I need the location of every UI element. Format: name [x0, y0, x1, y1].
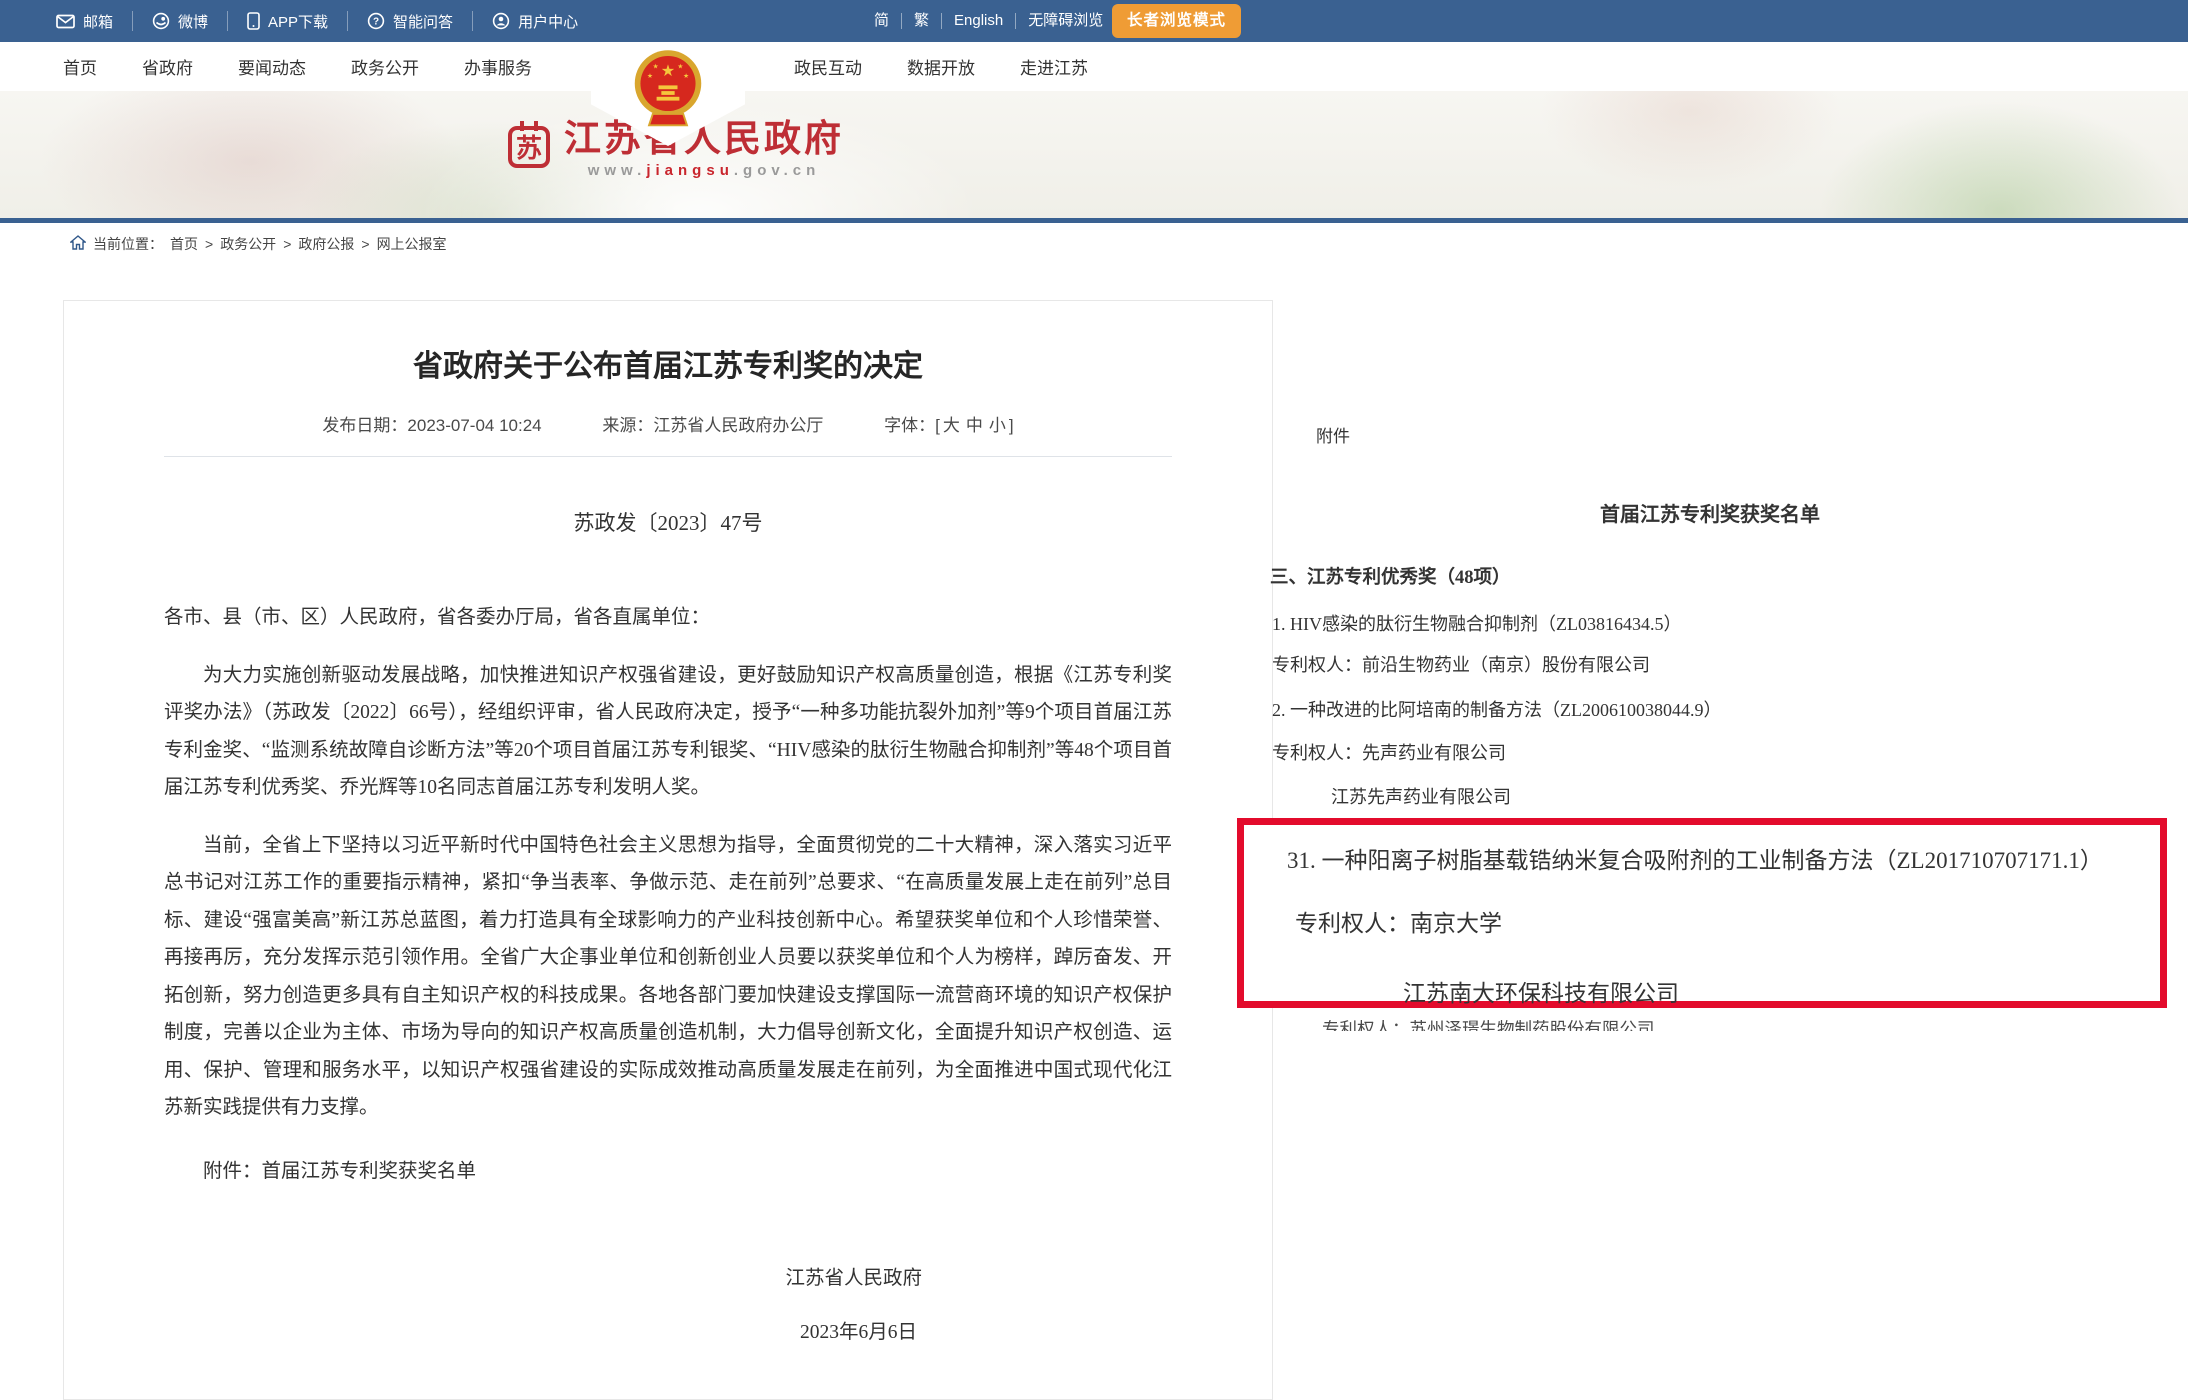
svg-text:苏: 苏 — [516, 134, 542, 163]
publish-date: 发布日期：2023-07-04 10:24 — [322, 416, 541, 435]
nav-left-group: 首页 省政府 要闻动态 政务公开 办事服务 — [63, 42, 532, 91]
attachment-section-heading: 三、江苏专利优秀奖（48项） — [1270, 563, 1511, 589]
signature-date: 2023年6月6日 — [164, 1314, 1172, 1352]
document-number: 苏政发〔2023〕47号 — [164, 507, 1172, 537]
nav-item-provincial-gov[interactable]: 省政府 — [142, 54, 193, 79]
font-size-small[interactable]: 小 — [986, 416, 1009, 435]
lang-english[interactable]: English — [942, 13, 1016, 29]
svg-text:★: ★ — [647, 72, 653, 80]
nav-item-services[interactable]: 办事服务 — [464, 54, 532, 79]
patent-owner: 专利权人：前沿生物药业（南京）股份有限公司 — [1272, 651, 1650, 677]
signature: 江苏省人民政府 — [164, 1260, 1172, 1298]
paragraph: 当前，全省上下坚持以习近平新时代中国特色社会主义思想为指导，全面贯彻党的二十大精… — [164, 827, 1172, 1127]
highlight-box: 31. 一种阳离子树脂基载锆纳米复合吸附剂的工业制备方法（ZL201710707… — [1237, 818, 2167, 1008]
site-url: www.jiangsu.gov.cn — [588, 162, 821, 179]
breadcrumb-separator: > — [283, 236, 291, 252]
home-icon — [70, 235, 86, 253]
article-title: 省政府关于公布首届江苏专利奖的决定 — [164, 347, 1172, 387]
font-size-large[interactable]: 大 — [940, 416, 963, 435]
weibo-label: 微博 — [178, 11, 208, 32]
font-size-controls: 字体：[大中小] — [884, 416, 1013, 435]
quick-links: 邮箱 微博 APP下载 ? 智能问答 用户中心 — [56, 0, 597, 42]
smart-qa-link[interactable]: ? 智能问答 — [348, 11, 473, 31]
attachment-panel: 附件 首届江苏专利奖获奖名单 三、江苏专利优秀奖（48项） 1. HIV感染的肽… — [1240, 400, 2180, 1100]
salutation: 各市、县（市、区）人民政府，省各委办厅局，省各直属单位： — [164, 599, 1172, 637]
nav-item-about-jiangsu[interactable]: 走进江苏 — [1020, 54, 1088, 79]
patent-item: 1. HIV感染的肽衍生物融合抑制剂（ZL03816434.5） — [1272, 610, 1681, 636]
nav-item-home[interactable]: 首页 — [63, 54, 97, 79]
mail-label: 邮箱 — [83, 11, 113, 32]
breadcrumb: 当前位置： 首页 > 政务公开 > 政府公报 > 网上公报室 — [70, 223, 447, 265]
banner-decoration — [1820, 101, 2180, 218]
breadcrumb-separator: > — [361, 236, 369, 252]
weibo-link[interactable]: 微博 — [133, 11, 228, 31]
svg-text:★: ★ — [677, 62, 683, 70]
smart-qa-label: 智能问答 — [393, 11, 453, 32]
svg-text:?: ? — [373, 17, 379, 28]
breadcrumb-item-online-gazette[interactable]: 网上公报室 — [377, 234, 447, 254]
article-source: 来源：江苏省人民政府办公厅 — [602, 416, 823, 435]
highlighted-patent-owner: 专利权人：南京大学 — [1295, 904, 1502, 938]
elder-mode-button[interactable]: 长者浏览模式 — [1112, 4, 1241, 38]
patent-item: 2. 一种改进的比阿培南的制备方法（ZL200610038044.9） — [1272, 696, 1722, 722]
nav-item-open-data[interactable]: 数据开放 — [907, 54, 975, 79]
breadcrumb-label: 当前位置： — [93, 234, 163, 254]
site-banner: 苏 江苏省人民政府 www.jiangsu.gov.cn — [0, 91, 2188, 218]
site-title-block: 江苏省人民政府 www.jiangsu.gov.cn — [564, 119, 844, 179]
attachment-reference: 附件：首届江苏专利奖获奖名单 — [164, 1153, 1172, 1191]
weibo-icon — [152, 12, 170, 30]
main-navbar: 首页 省政府 要闻动态 政务公开 办事服务 政民互动 数据开放 走进江苏 — [0, 42, 2188, 91]
nav-item-news[interactable]: 要闻动态 — [238, 54, 306, 79]
accessibility-link[interactable]: 无障碍浏览 — [1016, 13, 1115, 29]
top-utility-bar: 邮箱 微博 APP下载 ? 智能问答 用户中心 简 繁 English 无障碍浏… — [0, 0, 2188, 42]
user-center-label: 用户中心 — [518, 11, 578, 32]
breadcrumb-item-gov-affairs[interactable]: 政务公开 — [220, 234, 276, 254]
lang-simplified[interactable]: 简 — [862, 13, 902, 29]
clipped-patent-owner: 专利权人：苏州泽璟生物制药股份有限公司 — [1322, 1016, 1655, 1031]
app-download-link[interactable]: APP下载 — [228, 11, 348, 31]
user-center-icon — [492, 12, 510, 30]
attachment-title: 首届江苏专利奖获奖名单 — [1240, 498, 2180, 527]
breadcrumb-item-gazette[interactable]: 政府公报 — [298, 234, 354, 254]
document-card: 省政府关于公布首届江苏专利奖的决定 发布日期：2023-07-04 10:24 … — [63, 300, 1273, 1400]
svg-text:★: ★ — [683, 72, 689, 80]
font-size-medium[interactable]: 中 — [963, 416, 986, 435]
breadcrumb-item-home[interactable]: 首页 — [170, 234, 198, 254]
breadcrumb-separator: > — [205, 236, 213, 252]
mail-link[interactable]: 邮箱 — [56, 11, 133, 31]
highlighted-patent-co-owner: 江苏南大环保科技有限公司 — [1403, 974, 1679, 1008]
language-switcher: 简 繁 English 无障碍浏览 — [862, 0, 1115, 42]
app-download-icon — [247, 12, 260, 30]
app-download-label: APP下载 — [268, 11, 328, 32]
qa-icon: ? — [367, 12, 385, 30]
paragraph: 为大力实施创新驱动发展战略，加快推进知识产权强省建设，更好鼓励知识产权高质量创造… — [164, 657, 1172, 807]
banner-decoration — [1540, 91, 1840, 191]
attachment-label: 附件 — [1316, 422, 1350, 447]
highlighted-patent-line: 31. 一种阳离子树脂基载锆纳米复合吸附剂的工业制备方法（ZL201710707… — [1287, 841, 2103, 875]
meta-divider — [164, 456, 1172, 457]
svg-text:★: ★ — [653, 62, 659, 70]
nav-item-gov-affairs[interactable]: 政务公开 — [351, 54, 419, 79]
patent-co-owner: 江苏先声药业有限公司 — [1331, 783, 1511, 809]
svg-text:★: ★ — [661, 61, 675, 80]
user-center-link[interactable]: 用户中心 — [473, 11, 597, 31]
national-emblem-icon: ★ ★ ★ ★ ★ — [630, 47, 706, 139]
lang-traditional[interactable]: 繁 — [902, 13, 942, 29]
article-meta: 发布日期：2023-07-04 10:24 来源：江苏省人民政府办公厅 字体：[… — [164, 411, 1172, 436]
patent-owner: 专利权人：先声药业有限公司 — [1272, 739, 1506, 765]
seal-logo-icon: 苏 — [506, 119, 552, 171]
nav-right-group: 政民互动 数据开放 走进江苏 — [794, 42, 1088, 91]
mail-icon — [56, 14, 75, 29]
nav-item-interaction[interactable]: 政民互动 — [794, 54, 862, 79]
